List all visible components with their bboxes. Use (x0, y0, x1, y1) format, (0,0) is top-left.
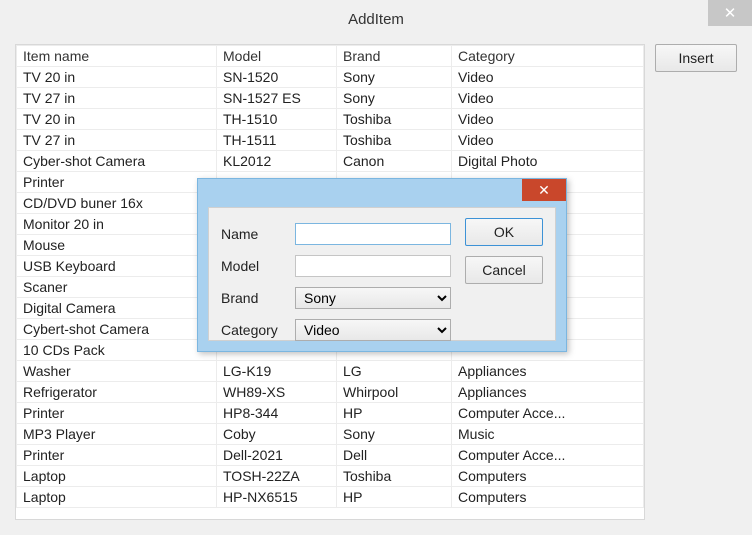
cell-brand: LG (337, 361, 452, 382)
cell-name: Cybert-shot Camera (17, 319, 217, 340)
cell-name: Mouse (17, 235, 217, 256)
category-select[interactable]: Video (295, 319, 451, 341)
dialog-titlebar: ✕ (198, 179, 566, 205)
cell-name: Washer (17, 361, 217, 382)
header-row: Item name Model Brand Category (17, 46, 644, 67)
cell-name: Printer (17, 403, 217, 424)
table-row[interactable]: TV 27 inSN-1527 ESSonyVideo (17, 88, 644, 109)
cell-model: HP8-344 (217, 403, 337, 424)
cell-brand: Sony (337, 67, 452, 88)
cell-brand: Canon (337, 151, 452, 172)
cell-brand: Toshiba (337, 130, 452, 151)
table-row[interactable]: LaptopTOSH-22ZAToshibaComputers (17, 466, 644, 487)
cell-name: Laptop (17, 466, 217, 487)
cell-name: Digital Camera (17, 298, 217, 319)
cell-category: Computers (452, 487, 644, 508)
dialog-body: Name Model Brand Sony Category Video (208, 207, 556, 341)
cell-name: TV 27 in (17, 130, 217, 151)
cell-model: TH-1511 (217, 130, 337, 151)
cell-name: Printer (17, 172, 217, 193)
cell-model: TH-1510 (217, 109, 337, 130)
cell-model: WH89-XS (217, 382, 337, 403)
cell-category: Computers (452, 466, 644, 487)
label-brand: Brand (221, 290, 295, 306)
cell-brand: Sony (337, 424, 452, 445)
side-panel: Insert (655, 44, 737, 520)
cell-category: Appliances (452, 361, 644, 382)
cell-name: 10 CDs Pack (17, 340, 217, 361)
cell-model: TOSH-22ZA (217, 466, 337, 487)
cell-brand: Sony (337, 88, 452, 109)
label-category: Category (221, 322, 295, 338)
add-item-dialog: ✕ Name Model Brand Sony Category Vid (197, 178, 567, 352)
cell-brand: Whirpool (337, 382, 452, 403)
ok-button[interactable]: OK (465, 218, 543, 246)
cell-name: Monitor 20 in (17, 214, 217, 235)
label-model: Model (221, 258, 295, 274)
cell-category: Appliances (452, 382, 644, 403)
table-row[interactable]: PrinterHP8-344HPComputer Acce... (17, 403, 644, 424)
cell-category: Computer Acce... (452, 445, 644, 466)
cell-name: Scaner (17, 277, 217, 298)
cell-category: Video (452, 109, 644, 130)
cell-model: LG-K19 (217, 361, 337, 382)
cell-model: HP-NX6515 (217, 487, 337, 508)
col-model[interactable]: Model (217, 46, 337, 67)
row-brand: Brand Sony (221, 282, 543, 314)
col-item-name[interactable]: Item name (17, 46, 217, 67)
cancel-button[interactable]: Cancel (465, 256, 543, 284)
window-title: AddItem (348, 11, 404, 28)
table-row[interactable]: RefrigeratorWH89-XSWhirpoolAppliances (17, 382, 644, 403)
cell-name: CD/DVD buner 16x (17, 193, 217, 214)
cell-category: Video (452, 67, 644, 88)
cell-name: TV 20 in (17, 109, 217, 130)
cell-model: Coby (217, 424, 337, 445)
cell-brand: HP (337, 487, 452, 508)
cell-name: TV 27 in (17, 88, 217, 109)
cell-brand: HP (337, 403, 452, 424)
cell-name: Cyber-shot Camera (17, 151, 217, 172)
cell-name: Refrigerator (17, 382, 217, 403)
cell-model: Dell-2021 (217, 445, 337, 466)
cell-category: Video (452, 88, 644, 109)
table-row[interactable]: PrinterDell-2021DellComputer Acce... (17, 445, 644, 466)
cell-brand: Toshiba (337, 109, 452, 130)
name-field[interactable] (295, 223, 451, 245)
cell-model: SN-1527 ES (217, 88, 337, 109)
cell-category: Video (452, 130, 644, 151)
dialog-close-button[interactable]: ✕ (522, 179, 566, 201)
table-row[interactable]: MP3 PlayerCobySonyMusic (17, 424, 644, 445)
table-row[interactable]: TV 20 inTH-1510ToshibaVideo (17, 109, 644, 130)
table-row[interactable]: WasherLG-K19LGAppliances (17, 361, 644, 382)
close-icon: ✕ (538, 182, 550, 199)
cell-name: TV 20 in (17, 67, 217, 88)
cell-model: SN-1520 (217, 67, 337, 88)
dialog-buttons: OK Cancel (465, 218, 543, 284)
window-close-button[interactable]: ✕ (708, 0, 752, 26)
table-row[interactable]: LaptopHP-NX6515HPComputers (17, 487, 644, 508)
label-name: Name (221, 226, 295, 242)
table-row[interactable]: TV 27 inTH-1511ToshibaVideo (17, 130, 644, 151)
row-category: Category Video (221, 314, 543, 346)
cell-brand: Dell (337, 445, 452, 466)
cell-category: Computer Acce... (452, 403, 644, 424)
cell-name: Laptop (17, 487, 217, 508)
cell-category: Music (452, 424, 644, 445)
titlebar: AddItem ✕ (0, 0, 752, 38)
cell-brand: Toshiba (337, 466, 452, 487)
cell-name: Printer (17, 445, 217, 466)
cell-name: USB Keyboard (17, 256, 217, 277)
brand-select[interactable]: Sony (295, 287, 451, 309)
cell-name: MP3 Player (17, 424, 217, 445)
insert-button[interactable]: Insert (655, 44, 737, 72)
model-field[interactable] (295, 255, 451, 277)
cell-category: Digital Photo (452, 151, 644, 172)
cell-model: KL2012 (217, 151, 337, 172)
col-category[interactable]: Category (452, 46, 644, 67)
col-brand[interactable]: Brand (337, 46, 452, 67)
table-row[interactable]: TV 20 inSN-1520SonyVideo (17, 67, 644, 88)
table-row[interactable]: Cyber-shot CameraKL2012CanonDigital Phot… (17, 151, 644, 172)
close-icon: ✕ (724, 4, 737, 22)
additem-window: AddItem ✕ Item name Model Brand Category (0, 0, 752, 535)
